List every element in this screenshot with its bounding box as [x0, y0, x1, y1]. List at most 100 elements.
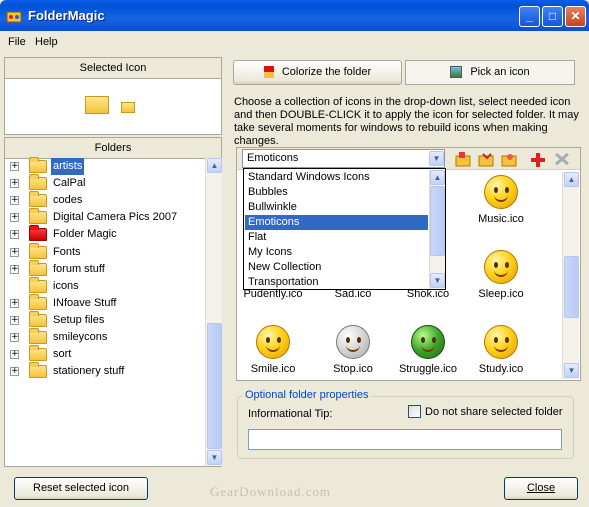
icon-item[interactable]: Music.ico — [466, 175, 536, 225]
no-share-checkbox[interactable] — [408, 405, 421, 418]
tree-item[interactable]: + stationery stuff — [7, 362, 203, 380]
scroll-thumb[interactable] — [430, 186, 445, 256]
app-icon — [6, 9, 22, 23]
collection-option[interactable]: Bubbles — [245, 185, 428, 200]
expand-icon[interactable]: + — [10, 264, 19, 274]
icon-item[interactable]: Stop.ico — [318, 325, 388, 375]
folder-icon — [29, 242, 47, 259]
folder-tree: + artists + CalPal + codes + Digital Camera Pic… — [7, 157, 203, 464]
scroll-up-icon[interactable]: ▲ — [430, 170, 445, 185]
collection-option[interactable]: My Icons — [245, 245, 428, 260]
icon-item[interactable]: Study.ico — [466, 325, 536, 375]
folder-icon — [29, 276, 47, 293]
open-folder-icon[interactable] — [478, 151, 496, 167]
emoticon-icon — [484, 250, 518, 284]
instructions-text: Choose a collection of icons in the drop… — [234, 96, 579, 147]
expand-icon[interactable]: + — [10, 350, 19, 360]
close-window-button[interactable]: ✕ — [565, 6, 586, 27]
tree-item[interactable]: + INfoave Stuff — [7, 293, 203, 312]
folders-header: Folders — [5, 138, 221, 159]
collection-option[interactable]: Bullwinkle — [245, 200, 428, 215]
tree-item[interactable]: + artists — [7, 157, 203, 175]
icon-label: Music.ico — [478, 213, 524, 225]
small-folder-icon — [121, 102, 135, 113]
collection-select[interactable]: Emoticons ▼ — [242, 149, 445, 168]
icon-scrollbar[interactable]: ▲ ▼ — [562, 172, 579, 379]
tree-item-label: icons — [53, 279, 79, 292]
emoticon-icon — [484, 325, 518, 359]
reset-selected-icon-button[interactable]: Reset selected icon — [14, 477, 148, 500]
expand-icon[interactable]: + — [10, 315, 19, 325]
tree-item[interactable]: + Setup files — [7, 310, 203, 329]
expand-icon[interactable]: + — [10, 213, 19, 223]
tree-item[interactable]: icons — [7, 276, 203, 295]
close-button-label: Close — [526, 482, 556, 494]
scroll-up-icon[interactable]: ▲ — [564, 172, 579, 187]
tab-pick-icon[interactable]: Pick an icon — [405, 60, 575, 85]
icon-item[interactable]: Struggle.ico — [393, 325, 463, 375]
no-share-label[interactable]: Do not share selected folder — [425, 406, 563, 418]
dropdown-scrollbar[interactable]: ▲ ▼ — [429, 170, 445, 289]
scroll-down-icon[interactable]: ▼ — [564, 363, 579, 378]
collection-option[interactable]: Standard Windows Icons — [245, 170, 428, 185]
collection-option[interactable]: Flat — [245, 230, 428, 245]
folder-icon — [29, 310, 47, 327]
folder-icon — [29, 293, 47, 310]
scroll-thumb[interactable] — [207, 323, 222, 449]
tree-item-label: codes — [53, 194, 83, 207]
tip-label: Informational Tip: — [248, 408, 333, 420]
menu-help[interactable]: Help — [35, 36, 58, 48]
tree-item-label: Digital Camera Pics 2007 — [53, 211, 178, 224]
expand-icon[interactable]: + — [10, 367, 19, 377]
expand-icon[interactable]: + — [10, 230, 19, 240]
expand-icon[interactable]: + — [10, 179, 19, 189]
informational-tip-input[interactable] — [248, 429, 562, 450]
watermark-text: GearDownload.com — [210, 484, 332, 499]
close-button[interactable]: Close — [504, 477, 578, 500]
expand-icon[interactable]: + — [10, 333, 19, 342]
icon-label: Study.ico — [478, 363, 524, 375]
save-folder-icon[interactable] — [501, 151, 519, 167]
scroll-down-icon[interactable]: ▼ — [207, 450, 222, 465]
expand-icon[interactable]: + — [10, 247, 19, 257]
folders-panel: Folders + artists + CalPal + codes + Digital Ca… — [4, 137, 222, 467]
delete-icon[interactable] — [553, 151, 571, 167]
minimize-button[interactable]: _ — [519, 6, 540, 27]
folder-icon — [29, 345, 47, 362]
expand-icon[interactable]: + — [10, 298, 19, 308]
add-icon[interactable] — [529, 151, 547, 167]
tab-pick-label: Pick an icon — [470, 66, 530, 78]
tree-item[interactable]: + Digital Camera Pics 2007 — [7, 208, 203, 226]
chevron-down-icon[interactable]: ▼ — [429, 151, 444, 166]
menu-file[interactable]: File — [8, 36, 26, 48]
folder-icon — [29, 208, 47, 225]
tree-scrollbar[interactable]: ▲ ▼ — [205, 158, 222, 466]
scroll-thumb[interactable] — [564, 256, 579, 318]
collection-option[interactable]: New Collection — [245, 260, 428, 275]
folder-icon — [29, 191, 47, 208]
tree-item-label: sort — [53, 348, 72, 361]
expand-icon[interactable]: + — [10, 196, 19, 206]
expand-icon[interactable]: + — [10, 162, 19, 171]
emoticon-icon — [256, 325, 290, 359]
tab-colorize[interactable]: Colorize the folder — [233, 60, 402, 85]
tree-item[interactable]: + Fonts — [7, 242, 203, 261]
tree-item[interactable]: + codes — [7, 191, 203, 209]
collection-option[interactable]: Transportation — [245, 275, 428, 290]
tree-item[interactable]: + CalPal — [7, 174, 203, 192]
paint-brush-icon — [263, 66, 274, 79]
tree-item[interactable]: + Folder Magic — [7, 225, 203, 243]
collection-option[interactable]: Emoticons — [245, 215, 428, 230]
tree-item[interactable]: + forum stuff — [7, 259, 203, 278]
icon-item[interactable]: Sleep.ico — [466, 250, 536, 300]
folder-icon — [29, 174, 47, 191]
scroll-up-icon[interactable]: ▲ — [207, 158, 222, 173]
icon-item[interactable]: Smile.ico — [238, 325, 308, 375]
scroll-down-icon[interactable]: ▼ — [430, 273, 445, 288]
folder-icon — [29, 157, 47, 173]
add-folder-icon[interactable] — [455, 151, 473, 167]
tree-item[interactable]: + sort — [7, 345, 203, 363]
icon-label: Sleep.ico — [478, 288, 524, 300]
maximize-button[interactable]: □ — [542, 6, 563, 27]
tree-item[interactable]: + smileycons — [7, 328, 203, 346]
